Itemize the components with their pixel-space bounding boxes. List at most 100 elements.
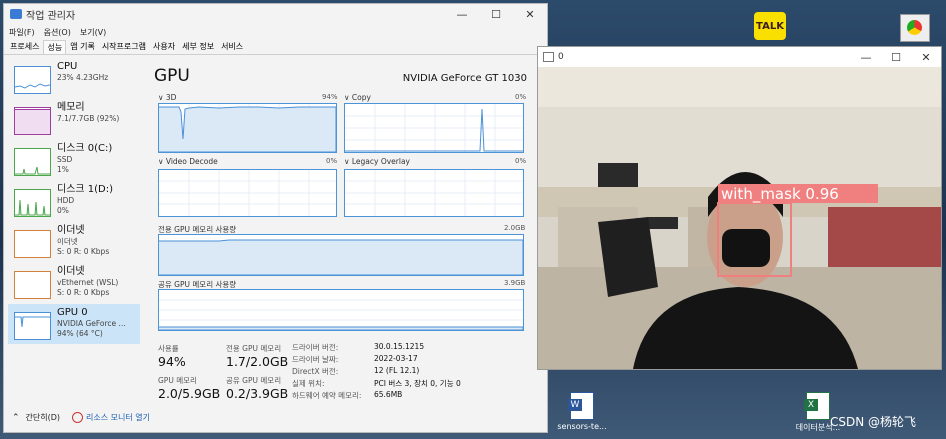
gpu-model: NVIDIA GeForce GT 1030 (402, 73, 527, 84)
sidebar-gpu0-name: GPU 0 (57, 307, 88, 318)
camera-window-icon (543, 52, 554, 62)
menu-file[interactable]: 파일(F) (9, 27, 35, 38)
dedicated-gpu-memory-value: 1.7/2.0GB (226, 354, 289, 369)
sidebar-ethernet2-rate: S: 0 R: 0 Kbps (57, 287, 110, 297)
resource-monitor-icon (72, 412, 84, 423)
tab-bar: 프로세스 성능 앱 기록 시작프로그램 사용자 세부 정보 서비스 (4, 40, 547, 55)
driver-version-value: 30.0.15.1215 (374, 342, 425, 351)
graph-video-decode-value: 0% (326, 157, 338, 165)
footer: ⌃ 간단히(D) 리소스 모니터 열기 (12, 412, 150, 423)
sidebar-item-cpu[interactable]: CPU 23% 4.23GHz (8, 58, 140, 99)
graph-copy-label: ∨ Copy (344, 93, 371, 102)
usage-value: 94% (158, 354, 186, 369)
directx-version-value: 12 (FL 12.1) (374, 366, 420, 375)
tab-app-history[interactable]: 앱 기록 (67, 40, 98, 54)
sidebar-disk1-usage: 0% (57, 205, 69, 215)
reserved-memory-value: 65.6MB (374, 390, 403, 399)
sidebar-item-gpu0[interactable]: GPU 0 NVIDIA GeForce ... 94% (64 °C) (8, 304, 140, 344)
window-title: 작업 관리자 (26, 10, 76, 22)
tab-details[interactable]: 세부 정보 (179, 40, 217, 54)
tab-performance[interactable]: 성능 (43, 40, 67, 54)
sidebar-ethernet2-name: 이더넷 (57, 266, 85, 277)
driver-version-label: 드라이버 버전: (292, 343, 339, 352)
memory-thumbnail (14, 107, 51, 135)
camera-window: 0 — ☐ ✕ with_mask 0.96 (537, 46, 942, 370)
watermark: CSDN @杨轮飞 (830, 415, 917, 429)
menu-options[interactable]: 옵션(O) (44, 27, 71, 38)
sidebar-disk1-type: HDD (57, 196, 75, 205)
tab-users[interactable]: 사용자 (150, 40, 178, 54)
tab-processes[interactable]: 프로세스 (7, 40, 42, 54)
maximize-button[interactable]: ☐ (479, 8, 513, 21)
camera-maximize-button[interactable]: ☐ (881, 51, 911, 64)
chevron-up-icon[interactable]: ⌃ (12, 413, 20, 423)
reserved-memory-label: 하드웨어 예약 메모리: (292, 391, 362, 400)
graph-copy (344, 103, 524, 153)
sidebar-ethernet1-name: 이더넷 (57, 225, 85, 236)
graph-video-decode-label: ∨ Video Decode (158, 157, 218, 166)
sidebar-item-memory[interactable]: 메모리 7.1/7.7GB (92%) (8, 99, 140, 140)
dedicated-memory-max: 2.0GB (504, 224, 526, 232)
graph-legacy-overlay-label: ∨ Legacy Overlay (344, 157, 410, 166)
sidebar-item-disk1[interactable]: 디스크 1(D:) HDD 0% (8, 181, 140, 222)
chrome-desktop-icon[interactable] (895, 14, 935, 42)
sidebar-item-ethernet1[interactable]: 이더넷 이더넷 S: 0 R: 0 Kbps (8, 222, 140, 263)
task-manager-titlebar: 작업 관리자 — ☐ ✕ (4, 4, 547, 24)
menu-view[interactable]: 보기(V) (80, 27, 106, 38)
shared-memory-max: 3.9GB (504, 279, 526, 287)
graph-legacy-overlay (344, 169, 524, 217)
dedicated-memory-graph (158, 234, 524, 276)
open-resource-monitor-link[interactable]: 리소스 모니터 열기 (86, 412, 150, 423)
usage-label: 사용률 (158, 344, 179, 353)
graph-3d-label: ∨ 3D (158, 93, 177, 102)
cpu-thumbnail (14, 66, 51, 94)
sidebar-disk1-name: 디스크 1(D:) (57, 184, 114, 195)
graph-3d (158, 103, 337, 153)
graph-legacy-overlay-label-text: Legacy Overlay (351, 157, 410, 166)
close-button[interactable]: ✕ (513, 8, 547, 21)
graph-video-decode (158, 169, 337, 217)
tab-startup[interactable]: 시작프로그램 (99, 40, 149, 54)
sidebar-item-disk0[interactable]: 디스크 0(C:) SSD 1% (8, 140, 140, 181)
shared-gpu-memory-value: 0.2/3.9GB (226, 386, 289, 401)
sidebar-disk0-usage: 1% (57, 164, 69, 174)
camera-window-title: 0 (558, 52, 564, 62)
camera-frame: with_mask 0.96 (538, 67, 941, 369)
graph-3d-label-text: 3D (165, 93, 177, 102)
kakaotalk-label: TALK (756, 20, 784, 32)
word-file-label: sensors-te... (557, 422, 607, 431)
sidebar-ethernet2-adapter: vEthernet (WSL) (57, 278, 119, 287)
tab-services[interactable]: 서비스 (218, 40, 246, 54)
ethernet1-thumbnail (14, 230, 51, 258)
sidebar-gpu0-model: NVIDIA GeForce ... (57, 319, 126, 328)
camera-scene: with_mask 0.96 (538, 67, 941, 369)
menu-bar: 파일(F) 옵션(O) 보기(V) (4, 24, 547, 40)
graph-3d-value: 94% (322, 93, 338, 101)
graph-copy-value: 0% (515, 93, 527, 101)
camera-titlebar: 0 — ☐ ✕ (538, 47, 941, 67)
task-manager-icon (10, 9, 22, 19)
ethernet2-thumbnail (14, 271, 51, 299)
gpu-panel: GPU NVIDIA GeForce GT 1030 ∨ 3D 94% ∨ Co… (154, 66, 534, 406)
sidebar-cpu-name: CPU (57, 61, 78, 72)
sidebar-cpu-detail: 23% 4.23GHz (57, 73, 109, 82)
minimize-button[interactable]: — (445, 8, 479, 21)
sidebar-ethernet1-adapter: 이더넷 (57, 237, 78, 246)
sidebar-disk0-type: SSD (57, 155, 73, 164)
driver-date-value: 2022-03-17 (374, 354, 418, 363)
kakaotalk-desktop-icon[interactable]: TALK (750, 12, 790, 40)
graph-video-decode-label-text: Video Decode (165, 157, 218, 166)
camera-minimize-button[interactable]: — (851, 51, 881, 64)
sidebar-item-ethernet2[interactable]: 이더넷 vEthernet (WSL) S: 0 R: 0 Kbps (8, 263, 140, 304)
gpu0-thumbnail (14, 312, 51, 340)
sidebar-ethernet1-rate: S: 0 R: 0 Kbps (57, 246, 110, 256)
fewer-details-link[interactable]: 간단히(D) (26, 412, 60, 423)
disk0-thumbnail (14, 148, 51, 176)
camera-close-button[interactable]: ✕ (911, 51, 941, 64)
gpu-memory-value: 2.0/5.9GB (158, 386, 221, 401)
sidebar-gpu0-usage: 94% (64 °C) (57, 328, 103, 338)
word-file-icon[interactable]: W sensors-te... (557, 392, 607, 431)
graph-legacy-overlay-value: 0% (515, 157, 527, 165)
directx-version-label: DirectX 버전: (292, 367, 339, 376)
shared-gpu-memory-label: 공유 GPU 메모리 (226, 376, 282, 385)
